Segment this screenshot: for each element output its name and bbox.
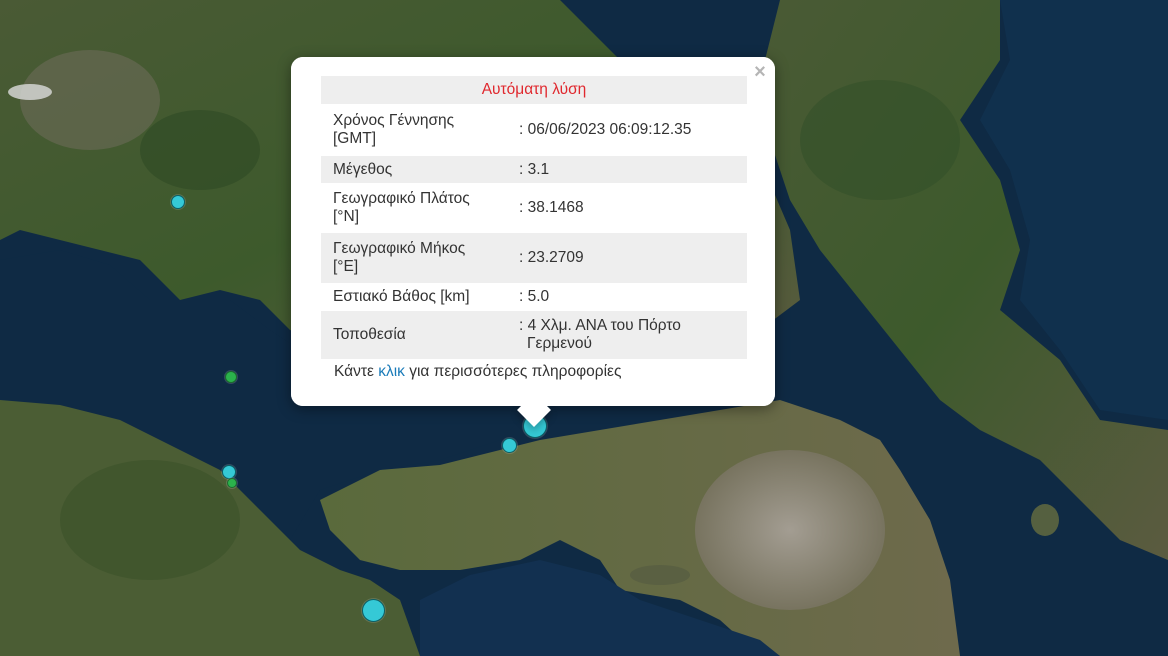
label-text: Μέγεθος (333, 160, 393, 178)
row-label: Μέγεθος (321, 156, 519, 183)
value-text: : 5.0 (519, 288, 550, 305)
footer-suffix: για περισσότερες πληροφορίες (404, 363, 622, 380)
table-row: Χρόνος Γέννησης [GMT] : 06/06/2023 06:09:… (321, 104, 747, 156)
island (1031, 504, 1059, 536)
value-text: Γερμενού (527, 335, 592, 352)
label-text: Γεωγραφικό Πλάτος (333, 190, 470, 207)
value-text: : 4 Χλμ. ΑΝΑ του Πόρτο (519, 317, 681, 334)
value-text: : 38.1468 (519, 199, 584, 216)
mountain-shade (20, 50, 160, 150)
table-row: Γεωγραφικό Πλάτος [°N] : 38.1468 (321, 183, 747, 233)
row-label: Γεωγραφικό Μήκος [°E] (321, 233, 519, 283)
urban-area (695, 450, 885, 610)
row-value: : 38.1468 (519, 183, 747, 233)
value-text: : 3.1 (519, 160, 550, 178)
label-text: [GMT] (333, 130, 377, 147)
value-text: : 23.2709 (519, 249, 584, 266)
row-value: : 06/06/2023 06:09:12.35 (519, 104, 747, 156)
label-text: Εστιακό Βάθος [km] (333, 288, 470, 305)
row-label: Εστιακό Βάθος [km] (321, 283, 519, 311)
label-text: [°E] (333, 258, 359, 275)
footer-prefix: Κάντε (334, 363, 379, 380)
row-value: : 5.0 (519, 283, 747, 311)
row-value: : 4 Χλμ. ΑΝΑ του Πόρτο Γερμενού (519, 311, 747, 359)
table-row: Τοποθεσία : 4 Χλμ. ΑΝΑ του Πόρτο Γερμενού (321, 311, 747, 359)
mountain-shade (140, 110, 260, 190)
row-value: : 23.2709 (519, 233, 747, 283)
popup-title: Αυτόματη λύση (481, 81, 587, 98)
label-text: [°N] (333, 208, 360, 225)
mountain-shade (800, 80, 960, 200)
label-text: Γεωγραφικό Μήκος (333, 240, 466, 257)
table-row: Μέγεθος : 3.1 (321, 156, 747, 183)
row-label: Τοποθεσία (321, 311, 519, 359)
more-info-line: Κάντε κλικ για περισσότερες πληροφορίες (334, 363, 621, 381)
label-text: Τοποθεσία (333, 326, 406, 343)
earthquake-marker[interactable] (502, 438, 517, 453)
row-label: Γεωγραφικό Πλάτος [°N] (321, 183, 519, 233)
earthquake-info-table: Αυτόματη λύση Χρόνος Γέννησης [GMT] : 06/… (321, 76, 747, 359)
label-text: Χρόνος Γέννησης (333, 112, 455, 129)
snow-patch (8, 84, 52, 100)
earthquake-marker[interactable] (171, 195, 185, 209)
row-label: Χρόνος Γέννησης [GMT] (321, 104, 519, 156)
close-icon[interactable]: × (750, 62, 770, 82)
table-row: Εστιακό Βάθος [km] : 5.0 (321, 283, 747, 311)
value-text: : 06/06/2023 06:09:12.35 (519, 121, 692, 138)
island (630, 565, 690, 585)
table-row: Γεωγραφικό Μήκος [°E] : 23.2709 (321, 233, 747, 283)
mountain-shade (60, 460, 240, 580)
table-row: Αυτόματη λύση (321, 76, 747, 104)
more-info-link[interactable]: κλικ (378, 363, 405, 380)
earthquake-marker[interactable] (222, 465, 236, 479)
earthquake-marker[interactable] (362, 599, 385, 622)
row-value: : 3.1 (519, 156, 747, 183)
earthquake-marker[interactable] (227, 478, 237, 488)
earthquake-marker[interactable] (225, 371, 237, 383)
